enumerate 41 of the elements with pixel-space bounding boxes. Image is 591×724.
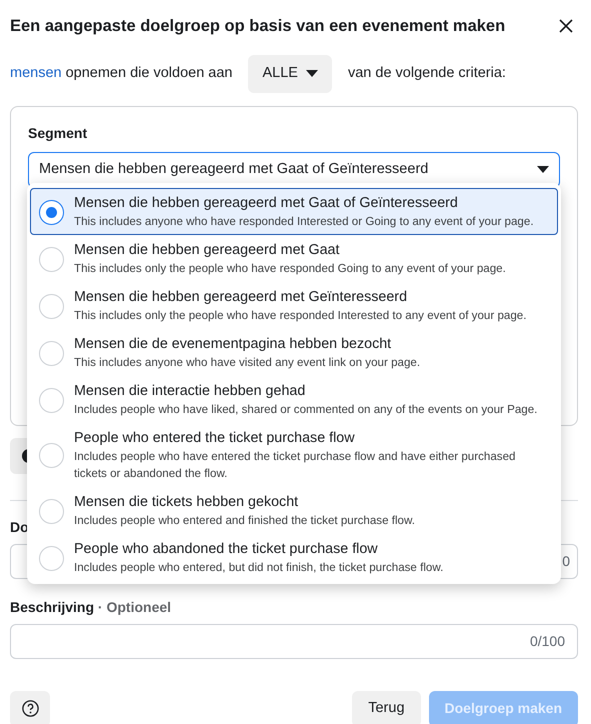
- segment-option[interactable]: Mensen die hebben gereageerd met Geïnteresseerd This includes only the people who have responded Interested to any event of your page.: [30, 282, 558, 329]
- option-title: People who abandoned the ticket purchase flow: [74, 540, 379, 559]
- option-title: Mensen die hebben gereageerd met Gaat of Geïnteresseerd: [74, 194, 459, 213]
- match-dropdown[interactable]: ALLE: [248, 54, 332, 92]
- character-counter: 0/100: [530, 632, 565, 650]
- option-description: This includes anyone who have visited any event link on your page.: [74, 355, 420, 371]
- segment-option[interactable]: Mensen die de evenementpagina hebben bezocht This includes anyone who have visited any event link on your page.: [30, 329, 558, 376]
- segment-option[interactable]: Mensen die hebben gereageerd met Gaat This includes only the people who have responded Going to any event of your page.: [30, 235, 558, 282]
- option-title: Mensen die hebben gereageerd met Gaat: [74, 241, 340, 260]
- mensen-link[interactable]: mensen: [10, 62, 62, 84]
- segment-label: Segment: [28, 124, 88, 143]
- segment-option[interactable]: People who entered the ticket purchase flow Includes people who have entered the ticket purchase flow and have either purchased tickets or abandoned the flow.: [30, 423, 558, 487]
- description-field[interactable]: 0/100: [10, 624, 578, 658]
- close-button[interactable]: [557, 17, 575, 36]
- option-description: Includes people who entered and finished the ticket purchase flow.: [74, 513, 415, 529]
- option-description: Includes people who have liked, shared or commented on any of the events on your Page.: [74, 402, 538, 418]
- option-description: Includes people who have entered the ticket purchase flow and have either purchased tickets or abandoned the flow.: [74, 449, 516, 482]
- dialog-title: Een aangepaste doelgroep op basis van een evenement maken: [10, 16, 506, 37]
- criteria-text: opnemen die voldoen aan: [66, 64, 232, 83]
- option-title: Mensen die hebben gereageerd met Geïnteresseerd: [74, 288, 408, 307]
- criteria-text: van de volgende criteria:: [348, 64, 506, 83]
- segment-option[interactable]: Mensen die interactie hebben gehad Includes people who have liked, shared or commented on any of the events on your Page.: [30, 376, 558, 423]
- field-label: Beschrijving · Optioneel: [10, 598, 172, 617]
- segment-option[interactable]: People who abandoned the ticket purchase flow Includes people who entered, but did not finish, the ticket purchase flow.: [30, 534, 558, 581]
- option-description: Includes people who entered, but did not finish, the ticket purchase flow.: [74, 560, 444, 576]
- option-title: Mensen die tickets hebben gekocht: [74, 493, 300, 512]
- option-title: Mensen die interactie hebben gehad: [74, 382, 306, 401]
- option-description: This includes anyone who have responded Interested or Going to any event of your page.: [74, 214, 534, 230]
- help-icon: [22, 700, 38, 717]
- caret-icon: [306, 70, 318, 78]
- help-button[interactable]: [10, 690, 50, 724]
- caret-icon: [537, 166, 549, 173]
- back-button[interactable]: Terug: [352, 690, 421, 724]
- option-title: Mensen die de evenementpagina hebben bezocht: [74, 335, 392, 354]
- option-title: People who entered the ticket purchase flow: [74, 429, 356, 448]
- option-description: This includes only the people who have responded Going to any event of your page.: [74, 261, 506, 277]
- segment-option[interactable]: Mensen die tickets hebben gekocht Includes people who entered and finished the ticket purchase flow.: [30, 487, 558, 534]
- segment-option[interactable]: Mensen die hebben gereageerd met Gaat of Geïnteresseerd This includes anyone who have responded Interested or Going to any event of your page.: [30, 188, 558, 235]
- character-counter: 0: [562, 552, 570, 570]
- radio-button[interactable]: [39, 200, 64, 224]
- option-description: This includes only the people who have responded Interested to any event of your page.: [74, 308, 526, 324]
